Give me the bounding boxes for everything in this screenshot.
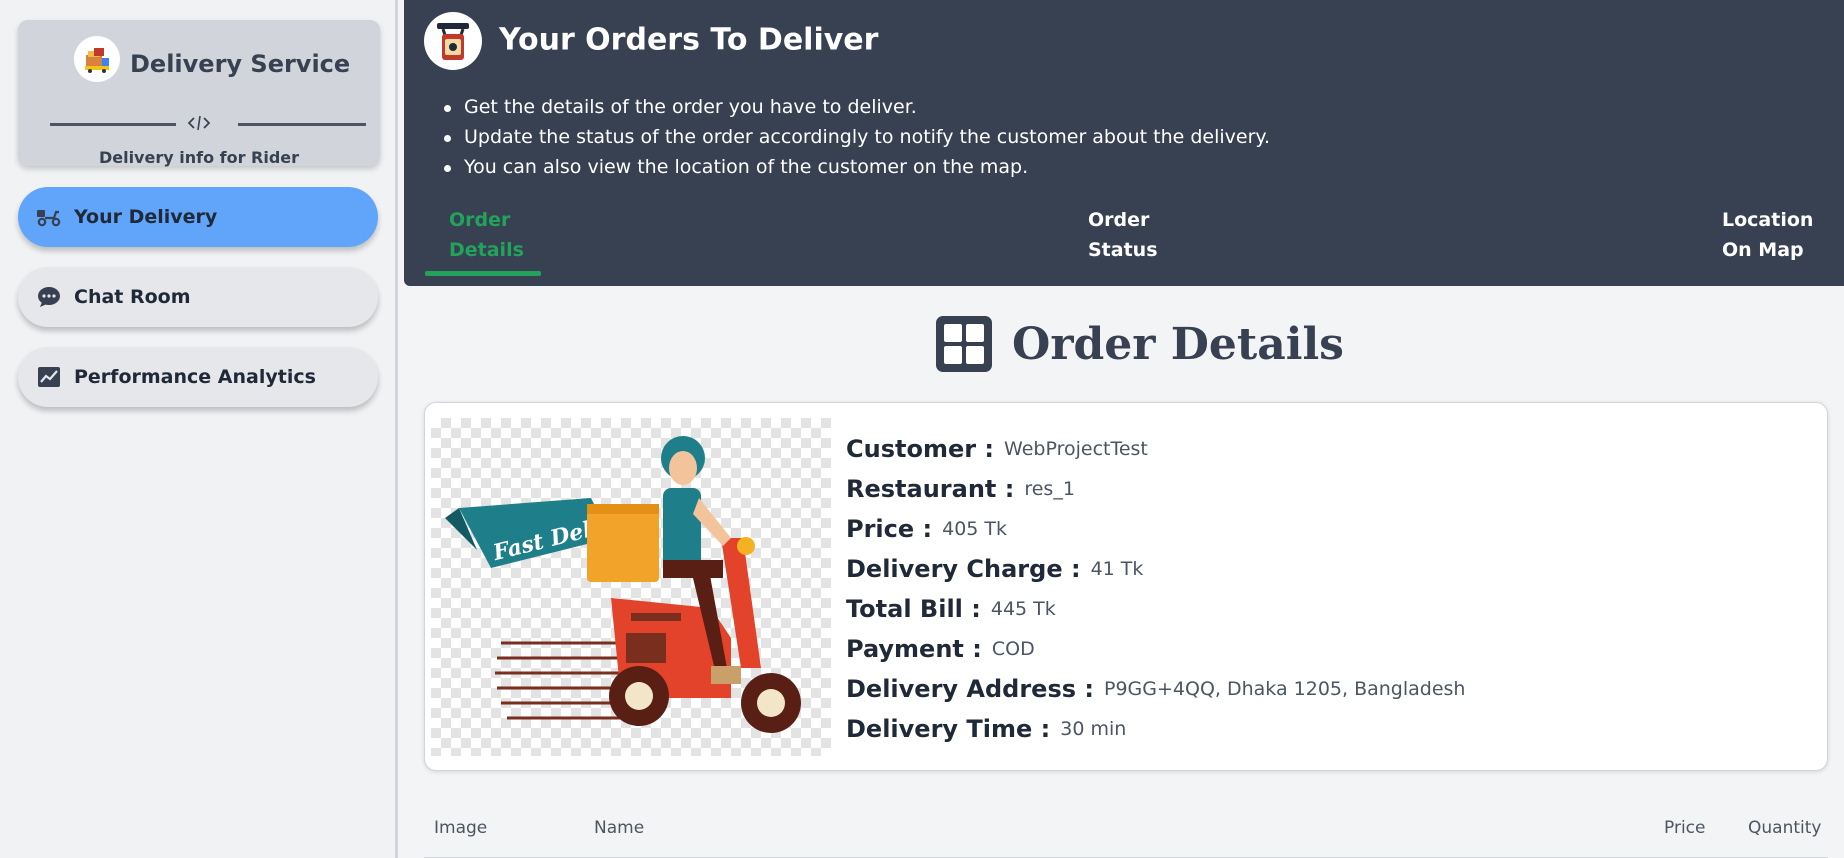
detail-row-total-bill: Total Bill : 445 Tk [846,589,1806,629]
sidebar-item-chat-room[interactable]: Chat Room [18,267,378,327]
detail-row-payment: Payment : COD [846,629,1806,669]
column-header-image: Image [434,818,488,838]
active-tab-indicator [425,271,541,276]
page-header: Your Orders To Deliver Get the details o… [404,0,1844,286]
detail-value: P9GG+4QQ, Dhaka 1205, Bangladesh [1103,678,1466,700]
tab-label-line2: Status [1088,239,1158,261]
detail-label: Delivery Address : [846,675,1094,703]
detail-label: Restaurant : [846,475,1015,503]
order-details-card: Fast Delivery Customer: WebProjectTest … [424,402,1828,771]
chat-bubble-icon [36,285,62,309]
page-title: Your Orders To Deliver [499,22,879,58]
app-root: Delivery Service Delivery info for Rider [0,0,1844,858]
section-title: Order Details [1012,318,1344,370]
instruction-list: Get the details of the order you have to… [444,92,1824,182]
tab-label-line2: On Map [1722,239,1804,261]
detail-value: 30 min [1060,718,1127,740]
tab-location-on-map[interactable]: Location On Map [1722,205,1813,265]
column-header-name: Name [594,818,645,838]
detail-label: Delivery Charge : [846,555,1081,583]
delivery-box-logo-icon [74,36,120,82]
detail-value: COD [991,638,1035,660]
list-item: Get the details of the order you have to… [444,92,1824,122]
scooter-icon [36,205,62,229]
brand-card: Delivery Service Delivery info for Rider [18,20,380,167]
fast-delivery-illustration: Fast Delivery [431,418,831,756]
sidebar: Delivery Service Delivery info for Rider [0,0,398,858]
detail-value: WebProjectTest [1004,438,1148,460]
tab-label-line1: Order [449,209,511,231]
sidebar-item-label: Your Delivery [74,206,218,228]
tab-label-line1: Order [1088,209,1150,231]
tab-label-line1: Location [1722,209,1814,231]
order-info-list: Customer : WebProjectTest Restaurant : r… [846,429,1806,749]
tab-order-status[interactable]: Order Status [1088,205,1158,265]
detail-label: Payment : [846,635,982,663]
items-table-header: Image Name Price Quantity [424,818,1828,858]
detail-row-price: Price : 405 Tk [846,509,1806,549]
sidebar-item-your-delivery[interactable]: Your Delivery [18,187,378,247]
detail-label: Customer : [846,435,995,463]
detail-value: 405 Tk [942,518,1008,540]
section-heading: Order Details [936,316,1344,372]
detail-row-delivery-charge: Delivery Charge : 41 Tk [846,549,1806,589]
detail-label: Total Bill : [846,595,981,623]
divider-left [50,123,176,126]
list-item: You can also view the location of the cu… [444,152,1824,182]
brand-subtitle: Delivery info for Rider [98,148,300,167]
code-icon [188,112,210,134]
sidebar-item-label: Performance Analytics [74,366,316,388]
detail-row-delivery-address: Delivery Address : P9GG+4QQ, Dhaka 1205,… [846,669,1806,709]
detail-label: Price : [846,515,933,543]
detail-value: 41 Tk [1090,558,1144,580]
sidebar-item-label: Chat Room [74,286,191,308]
brand-title: Delivery Service [130,50,351,78]
detail-row-restaurant: Restaurant : res_1 [846,469,1806,509]
tab-order-details[interactable]: Order Details [449,205,524,265]
detail-row-delivery-time: Delivery Time : 30 min [846,709,1806,749]
chart-line-icon [36,365,62,389]
grid-icon [936,316,992,372]
drone-logo-icon [424,12,482,70]
sidebar-item-performance-analytics[interactable]: Performance Analytics [18,347,378,407]
list-item: Update the status of the order according… [444,122,1824,152]
detail-value: res_1 [1024,478,1075,500]
divider-right [238,123,366,126]
tab-label-line2: Details [449,239,524,261]
detail-value: 445 Tk [990,598,1056,620]
column-header-price: Price [1664,818,1706,838]
detail-label: Delivery Time : [846,715,1051,743]
detail-row-customer: Customer : WebProjectTest [846,429,1806,469]
column-header-quantity: Quantity [1748,818,1822,838]
